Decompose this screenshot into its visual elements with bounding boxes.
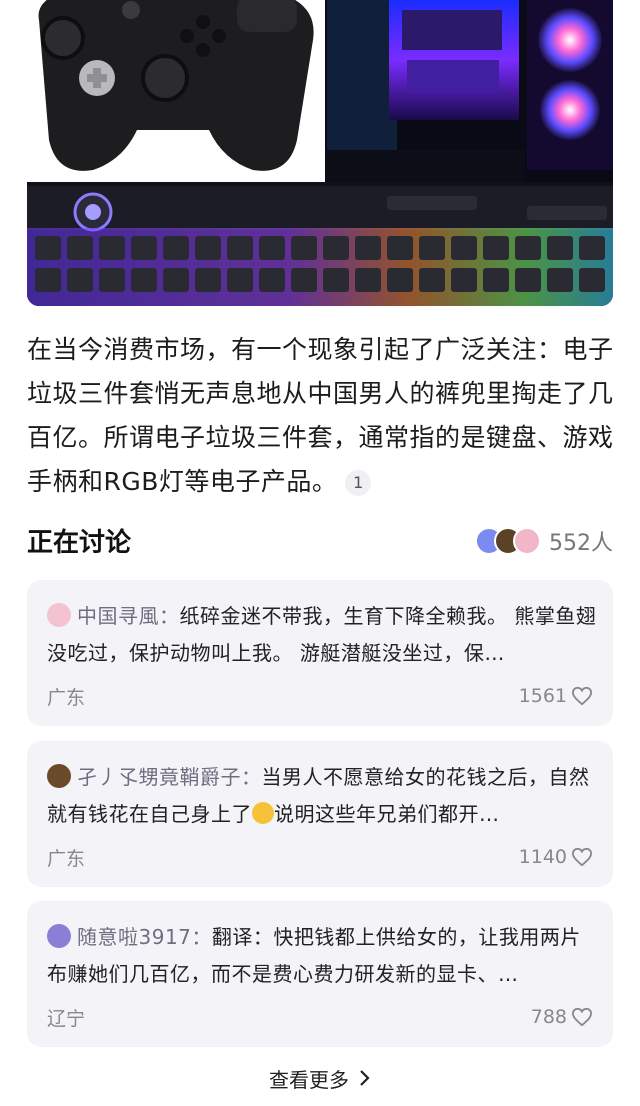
like-button[interactable]: 1561 [519, 685, 593, 707]
comment-location: 广东 [47, 686, 86, 709]
comment-card[interactable]: 中国寻風：纸碎金迷不带我，生育下降全赖我。 熊掌鱼翅没吃过，保护动物叫上我。 游… [27, 580, 613, 726]
heart-outline-icon [571, 847, 593, 867]
comment-text-continued: 说明这些年兄弟们都开… [274, 802, 500, 826]
comment-text-block: 孑丿孓甥竟鞘爵子：当男人不愿意给女的花钱之后，自然就有钱花在自己身上了 说明这些年… [47, 759, 597, 833]
keyboard-image [27, 182, 613, 306]
comment-card[interactable]: 随意啦3917：翻译：快把钱都上供给女的，让我用两片布赚她们几百亿，而不是费心费… [27, 901, 613, 1047]
avatar[interactable] [47, 603, 71, 627]
comment-card[interactable]: 孑丿孓甥竟鞘爵子：当男人不愿意给女的花钱之后，自然就有钱花在自己身上了 说明这些年… [27, 741, 613, 887]
chevron-right-icon [360, 1070, 370, 1086]
heart-outline-icon [571, 1007, 593, 1027]
comment-username[interactable]: 孑丿孓甥竟鞘爵子： [77, 765, 262, 789]
comment-text-block: 中国寻風：纸碎金迷不带我，生育下降全赖我。 熊掌鱼翅没吃过，保护动物叫上我。 游… [47, 598, 597, 672]
like-count: 1140 [518, 846, 567, 868]
pc-case-image [325, 0, 613, 182]
discussion-title: 正在讨论 [27, 528, 132, 558]
article-body: 在当今消费市场，有一个现象引起了广泛关注：电子垃圾三件套悄无声息地从中国男人的裤… [27, 328, 617, 504]
avatar[interactable] [47, 924, 71, 948]
participant-avatars [475, 527, 541, 555]
comment-location: 广东 [47, 847, 86, 870]
comment-username[interactable]: 中国寻風： [77, 604, 180, 628]
laughing-crying-emoji-icon [252, 802, 274, 824]
comment-meta: 广东 1561 [47, 682, 593, 710]
article-paragraph: 在当今消费市场，有一个现象引起了广泛关注：电子垃圾三件套悄无声息地从中国男人的裤… [27, 335, 614, 496]
see-more-label: 查看更多 [269, 1067, 349, 1092]
like-button[interactable]: 1140 [519, 846, 593, 868]
like-count: 788 [530, 1006, 567, 1028]
avatar[interactable] [47, 764, 71, 788]
gaming-setup-photo [27, 0, 613, 306]
like-button[interactable]: 788 [531, 1006, 593, 1028]
comment-username[interactable]: 随意啦3917： [77, 925, 212, 949]
comment-text-block: 随意啦3917：翻译：快把钱都上供给女的，让我用两片布赚她们几百亿，而不是费心费… [47, 919, 597, 993]
see-more-button[interactable]: 查看更多 [0, 1062, 640, 1094]
comment-meta: 辽宁 788 [47, 1003, 593, 1031]
comment-location: 辽宁 [47, 1007, 86, 1030]
heart-outline-icon [571, 686, 593, 706]
comment-meta: 广东 1140 [47, 843, 593, 871]
citation-badge[interactable]: 1 [345, 470, 372, 496]
participant-count: 552人 [549, 531, 613, 556]
like-count: 1561 [518, 685, 567, 707]
article-hero-image[interactable] [27, 0, 613, 306]
avatar [513, 527, 541, 555]
discussion-participants[interactable]: 552人 [475, 522, 613, 560]
